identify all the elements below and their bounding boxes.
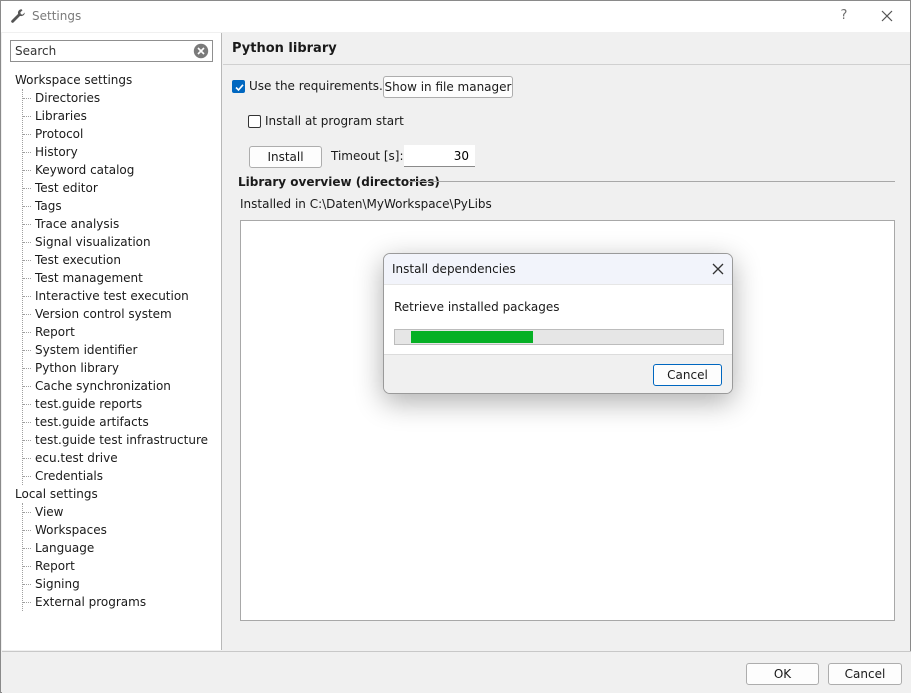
settings-sidebar: Workspace settingsDirectoriesLibrariesPr… xyxy=(2,33,222,650)
install-status-text: Retrieve installed packages xyxy=(394,300,560,314)
tree-item[interactable]: Credentials xyxy=(23,467,222,485)
tree-item[interactable]: External programs xyxy=(23,593,222,611)
tree-item[interactable]: Directories xyxy=(23,89,222,107)
tree-item[interactable]: Signal visualization xyxy=(23,233,222,251)
tree-children: Directories Libraries Protocol History Keywo… xyxy=(22,89,222,485)
tree-item[interactable]: Tags xyxy=(23,197,222,215)
tree-item[interactable]: test.guide reports xyxy=(23,395,222,413)
tree-item[interactable]: History xyxy=(23,143,222,161)
panel-header: Python library xyxy=(223,33,910,65)
install-dialog-title: Install dependencies xyxy=(392,262,516,276)
search-box[interactable] xyxy=(10,40,213,62)
tree-item[interactable]: test.guide test infrastructure xyxy=(23,431,222,449)
install-progress-fill xyxy=(411,331,533,343)
tree-root-item[interactable]: Local settings xyxy=(2,485,222,503)
tree-item[interactable]: Language xyxy=(23,539,222,557)
tree-group: Workspace settings Directories Libraries Pr… xyxy=(2,71,222,485)
tree-item[interactable]: Test execution xyxy=(23,251,222,269)
installed-path: Installed in C:\Daten\MyWorkspace\PyLibs xyxy=(240,197,492,211)
timeout-input[interactable] xyxy=(404,145,475,167)
install-cancel-button[interactable]: Cancel xyxy=(653,364,722,386)
search-input[interactable] xyxy=(15,43,185,59)
dialog-footer: OK Cancel xyxy=(2,651,911,693)
window-title: Settings xyxy=(32,9,82,23)
settings-tree: Workspace settings Directories Libraries Pr… xyxy=(2,71,222,611)
use-requirements-checkbox[interactable] xyxy=(232,80,245,93)
tree-item[interactable]: test.guide artifacts xyxy=(23,413,222,431)
section-divider xyxy=(409,181,895,182)
close-icon[interactable] xyxy=(710,261,726,277)
tree-item[interactable]: Python library xyxy=(23,359,222,377)
cancel-button[interactable]: Cancel xyxy=(828,663,902,685)
install-button[interactable]: Install xyxy=(249,146,322,168)
tree-item[interactable]: Report xyxy=(23,557,222,575)
use-requirements-label: Use the requirements.txt xyxy=(249,79,400,93)
library-overview-title: Library overview (directories) xyxy=(238,175,440,189)
tree-children: View Workspaces Language Report Signing Exter… xyxy=(22,503,222,611)
tree-item[interactable]: Report xyxy=(23,323,222,341)
tree-item[interactable]: Protocol xyxy=(23,125,222,143)
tree-item[interactable]: Interactive test execution xyxy=(23,287,222,305)
show-in-file-manager-button[interactable]: Show in file manager xyxy=(383,76,513,98)
install-dialog-body: Retrieve installed packages xyxy=(384,284,732,354)
tree-item[interactable]: Signing xyxy=(23,575,222,593)
install-at-start-checkbox[interactable] xyxy=(248,115,261,128)
tree-item[interactable]: Keyword catalog xyxy=(23,161,222,179)
install-dialog-footer: Cancel xyxy=(384,354,732,393)
tree-item[interactable]: Cache synchronization xyxy=(23,377,222,395)
install-at-start-label: Install at program start xyxy=(265,114,404,128)
timeout-label: Timeout [s]: xyxy=(331,149,404,163)
ok-button[interactable]: OK xyxy=(746,663,819,685)
install-progress-bar xyxy=(394,329,724,345)
page-title: Python library xyxy=(232,41,337,56)
install-dependencies-dialog: Install dependencies Retrieve installed … xyxy=(383,253,733,394)
tree-item[interactable]: Test management xyxy=(23,269,222,287)
tree-item[interactable]: Trace analysis xyxy=(23,215,222,233)
tree-item[interactable]: View xyxy=(23,503,222,521)
tree-item[interactable]: Test editor xyxy=(23,179,222,197)
tree-root-item[interactable]: Workspace settings xyxy=(2,71,222,89)
install-dialog-titlebar: Install dependencies xyxy=(384,254,732,284)
tree-item[interactable]: Version control system xyxy=(23,305,222,323)
clear-search-icon[interactable] xyxy=(193,43,209,59)
tree-item[interactable]: System identifier xyxy=(23,341,222,359)
wrench-icon xyxy=(10,8,26,24)
help-button[interactable]: ? xyxy=(835,7,853,25)
tree-item[interactable]: Workspaces xyxy=(23,521,222,539)
close-icon[interactable] xyxy=(878,7,896,25)
tree-item[interactable]: ecu.test drive xyxy=(23,449,222,467)
tree-group: Local settings View Workspaces Language Repo… xyxy=(2,485,222,611)
tree-item[interactable]: Libraries xyxy=(23,107,222,125)
title-bar: Settings ? xyxy=(1,1,910,32)
